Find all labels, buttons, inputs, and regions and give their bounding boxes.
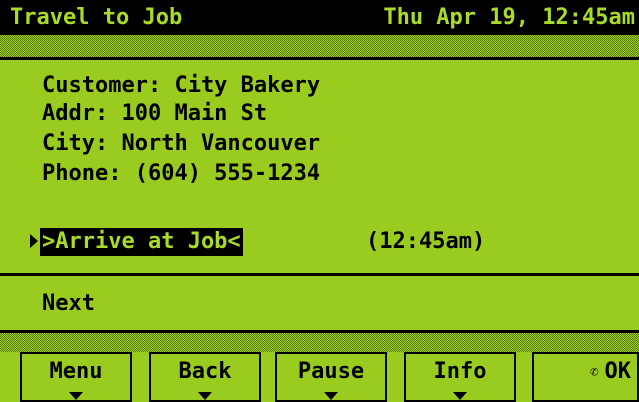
pause-softkey[interactable]: Pause <box>275 352 387 402</box>
job-details-panel: Customer: City Bakery Addr: 100 Main St … <box>0 57 639 273</box>
down-arrow-icon <box>453 392 467 400</box>
down-arrow-icon <box>324 392 338 400</box>
arrive-at-job-option[interactable]: >Arrive at Job< <box>40 228 243 256</box>
arrival-time: (12:45am) <box>366 229 486 254</box>
next-label[interactable]: Next <box>42 290 95 318</box>
pause-softkey-label: Pause <box>297 359 365 384</box>
phone-icon: ✆ <box>590 364 599 380</box>
info-softkey-label: Info <box>433 359 487 384</box>
header-separator <box>0 35 639 57</box>
ok-softkey-label: OK <box>604 359 632 384</box>
ok-softkey[interactable]: ✆ OK <box>532 352 639 402</box>
customer-city: City: North Vancouver <box>42 131 321 156</box>
title-bar: Travel to Job Thu Apr 19, 12:45am <box>0 0 639 35</box>
back-softkey[interactable]: Back <box>149 352 261 402</box>
screen-title: Travel to Job <box>10 5 183 30</box>
date-time: Thu Apr 19, 12:45am <box>383 5 635 30</box>
selection-pointer-icon <box>30 234 38 248</box>
customer-name: Customer: City Bakery <box>42 73 321 98</box>
footer-separator <box>0 333 639 352</box>
down-arrow-icon <box>69 392 83 400</box>
down-arrow-icon <box>198 392 212 400</box>
next-row[interactable]: Next <box>0 273 639 333</box>
menu-softkey-label: Menu <box>49 359 103 384</box>
customer-phone: Phone: (604) 555-1234 <box>42 161 321 186</box>
back-softkey-label: Back <box>178 359 232 384</box>
menu-softkey[interactable]: Menu <box>20 352 132 402</box>
info-softkey[interactable]: Info <box>404 352 516 402</box>
customer-address: Addr: 100 Main St <box>42 101 268 126</box>
